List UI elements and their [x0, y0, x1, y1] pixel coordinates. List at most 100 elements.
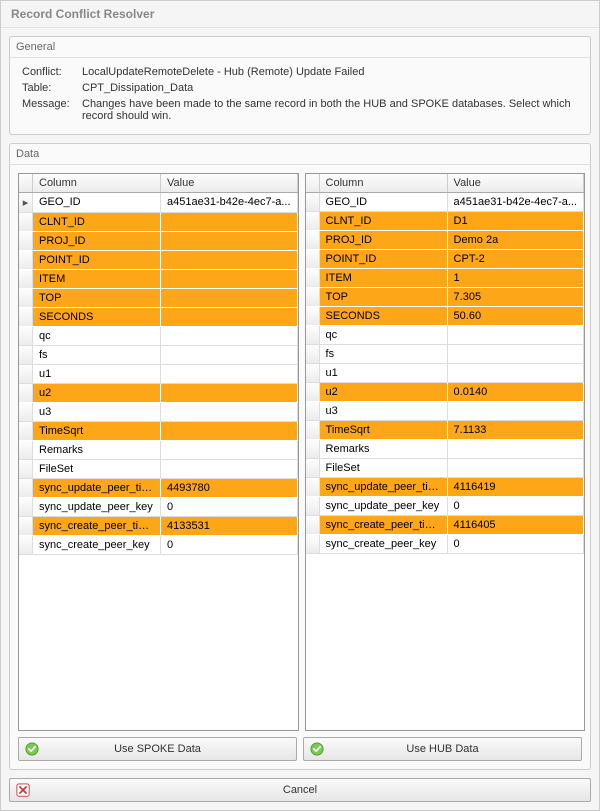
value-cell	[161, 365, 298, 383]
row-selector[interactable]	[306, 193, 320, 211]
row-selector[interactable]	[306, 288, 320, 306]
column-cell: CLNT_ID	[33, 213, 161, 231]
table-row[interactable]: u3	[19, 403, 298, 422]
row-selector[interactable]	[306, 364, 320, 382]
table-row[interactable]: PROJ_IDDemo 2a	[306, 231, 585, 250]
row-selector[interactable]	[19, 308, 33, 326]
accept-icon	[25, 742, 39, 756]
row-selector[interactable]	[306, 269, 320, 287]
row-selector[interactable]	[306, 212, 320, 230]
value-cell	[161, 384, 298, 402]
row-selector[interactable]	[19, 251, 33, 269]
table-row[interactable]: sync_create_peer_key0	[19, 536, 298, 555]
column-cell: FileSet	[33, 460, 161, 478]
row-selector[interactable]	[19, 365, 33, 383]
row-selector[interactable]: ▸	[19, 193, 33, 212]
column-cell: ITEM	[33, 270, 161, 288]
row-selector[interactable]	[19, 327, 33, 345]
table-row[interactable]: sync_update_peer_tim...4493780	[19, 479, 298, 498]
table-row[interactable]: CLNT_ID	[19, 213, 298, 232]
row-selector[interactable]	[306, 383, 320, 401]
row-selector[interactable]	[19, 270, 33, 288]
row-selector[interactable]	[306, 421, 320, 439]
value-cell: 0	[161, 498, 298, 516]
row-selector[interactable]	[306, 402, 320, 420]
row-selector[interactable]	[19, 517, 33, 535]
use-hub-button[interactable]: Use HUB Data	[303, 737, 582, 761]
table-row[interactable]: sync_create_peer_time...4133531	[19, 517, 298, 536]
table-row[interactable]: SECONDS50.60	[306, 307, 585, 326]
table-row[interactable]: Remarks	[306, 440, 585, 459]
table-row[interactable]: u20.0140	[306, 383, 585, 402]
column-header[interactable]: Column	[33, 174, 161, 192]
table-row[interactable]: FileSet	[306, 459, 585, 478]
hub-grid[interactable]: Column Value GEO_IDa451ae31-b42e-4ec7-a.…	[305, 173, 586, 731]
value-header[interactable]: Value	[161, 174, 298, 192]
general-fieldset: General Conflict: LocalUpdateRemoteDelet…	[9, 36, 591, 135]
table-row[interactable]: GEO_IDa451ae31-b42e-4ec7-a...	[306, 193, 585, 212]
data-body: Column Value ▸GEO_IDa451ae31-b42e-4ec7-a…	[10, 165, 590, 769]
table-row[interactable]: Remarks	[19, 441, 298, 460]
row-selector[interactable]	[306, 307, 320, 325]
table-row[interactable]: sync_update_peer_key0	[306, 497, 585, 516]
table-row[interactable]: TimeSqrt	[19, 422, 298, 441]
value-cell	[161, 308, 298, 326]
table-row[interactable]: sync_create_peer_time...4116405	[306, 516, 585, 535]
row-selector[interactable]	[306, 440, 320, 458]
table-row[interactable]: ITEM1	[306, 269, 585, 288]
row-selector[interactable]	[19, 232, 33, 250]
row-selector[interactable]	[19, 441, 33, 459]
row-selector[interactable]	[19, 498, 33, 516]
table-row[interactable]: sync_update_peer_tim...4116419	[306, 478, 585, 497]
row-selector[interactable]	[19, 460, 33, 478]
column-header[interactable]: Column	[320, 174, 448, 192]
column-cell: GEO_ID	[33, 193, 161, 212]
use-spoke-button[interactable]: Use SPOKE Data	[18, 737, 297, 761]
row-selector[interactable]	[306, 497, 320, 515]
row-selector[interactable]	[306, 250, 320, 268]
table-row[interactable]: POINT_ID	[19, 251, 298, 270]
row-selector[interactable]	[306, 478, 320, 496]
row-selector[interactable]	[306, 231, 320, 249]
row-selector[interactable]	[19, 536, 33, 554]
table-row[interactable]: sync_create_peer_key0	[306, 535, 585, 554]
table-row[interactable]: fs	[19, 346, 298, 365]
row-selector[interactable]	[19, 213, 33, 231]
column-cell: TOP	[33, 289, 161, 307]
table-row[interactable]: POINT_IDCPT-2	[306, 250, 585, 269]
cancel-button[interactable]: Cancel	[9, 778, 591, 802]
table-row[interactable]: qc	[306, 326, 585, 345]
table-row[interactable]: CLNT_IDD1	[306, 212, 585, 231]
column-cell: SECONDS	[33, 308, 161, 326]
row-selector[interactable]	[306, 345, 320, 363]
table-row[interactable]: ITEM	[19, 270, 298, 289]
row-selector[interactable]	[306, 516, 320, 534]
table-row[interactable]: ▸GEO_IDa451ae31-b42e-4ec7-a...	[19, 193, 298, 213]
row-selector[interactable]	[19, 289, 33, 307]
spoke-grid[interactable]: Column Value ▸GEO_IDa451ae31-b42e-4ec7-a…	[18, 173, 299, 731]
table-row[interactable]: PROJ_ID	[19, 232, 298, 251]
value-header[interactable]: Value	[448, 174, 585, 192]
column-cell: fs	[33, 346, 161, 364]
table-row[interactable]: u1	[306, 364, 585, 383]
row-selector[interactable]	[19, 403, 33, 421]
table-row[interactable]: SECONDS	[19, 308, 298, 327]
row-selector[interactable]	[306, 326, 320, 344]
row-selector[interactable]	[306, 535, 320, 553]
table-row[interactable]: TOP7.305	[306, 288, 585, 307]
table-row[interactable]: TOP	[19, 289, 298, 308]
table-row[interactable]: qc	[19, 327, 298, 346]
table-row[interactable]: sync_update_peer_key0	[19, 498, 298, 517]
table-row[interactable]: FileSet	[19, 460, 298, 479]
table-row[interactable]: TimeSqrt7.1133	[306, 421, 585, 440]
table-row[interactable]: u2	[19, 384, 298, 403]
table-row[interactable]: u3	[306, 402, 585, 421]
row-selector[interactable]	[306, 459, 320, 477]
row-selector[interactable]	[19, 479, 33, 497]
table-row[interactable]: fs	[306, 345, 585, 364]
row-selector[interactable]	[19, 384, 33, 402]
row-selector[interactable]	[19, 346, 33, 364]
row-selector[interactable]	[19, 422, 33, 440]
table-row[interactable]: u1	[19, 365, 298, 384]
column-cell: fs	[320, 345, 448, 363]
